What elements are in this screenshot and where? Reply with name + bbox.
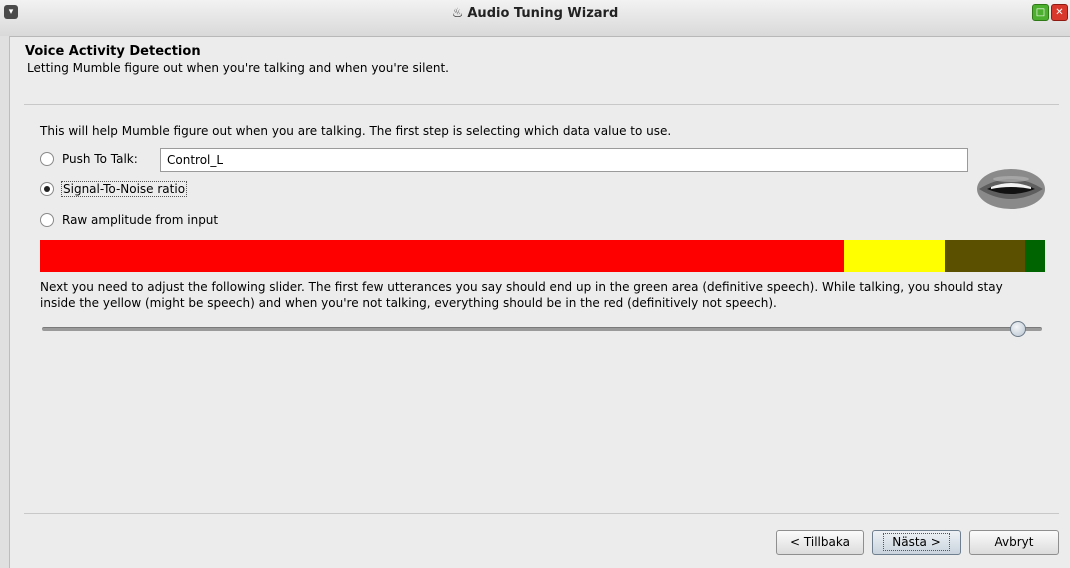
- footer-divider: [24, 513, 1059, 514]
- window-left-edge: [0, 36, 10, 568]
- push-to-talk-radio[interactable]: [40, 152, 54, 166]
- push-to-talk-option[interactable]: Push To Talk:: [40, 152, 138, 166]
- back-button[interactable]: < Tillbaka: [776, 530, 864, 555]
- header-divider: [24, 104, 1059, 105]
- vad-threshold-slider-handle[interactable]: [1010, 321, 1026, 337]
- wizard-page-header: Voice Activity Detection Letting Mumble …: [25, 44, 449, 75]
- raw-amplitude-radio[interactable]: [40, 213, 54, 227]
- signal-to-noise-radio[interactable]: [40, 182, 54, 196]
- push-to-talk-label: Push To Talk:: [62, 152, 138, 166]
- might-be-speech-segment: [844, 240, 945, 272]
- slider-instructions: Next you need to adjust the following sl…: [40, 280, 1003, 310]
- page-subtitle: Letting Mumble figure out when you're ta…: [27, 61, 449, 75]
- push-to-talk-key-field[interactable]: Control_L: [160, 148, 968, 172]
- talking-mouth-icon: [977, 169, 1045, 209]
- window-title: ♨ Audio Tuning Wizard: [0, 6, 1070, 21]
- signal-to-noise-option[interactable]: Signal-To-Noise ratio: [40, 181, 188, 197]
- current-level-segment: [945, 240, 1025, 272]
- cancel-button[interactable]: Avbryt: [969, 530, 1059, 555]
- close-icon[interactable]: ✕: [1051, 4, 1068, 21]
- mumble-app-icon: ♨: [451, 6, 464, 21]
- raw-amplitude-label: Raw amplitude from input: [62, 213, 219, 227]
- next-button-label: Nästa >: [883, 533, 950, 551]
- intro-text: This will help Mumble figure out when yo…: [40, 124, 672, 138]
- window-title-text: Audio Tuning Wizard: [467, 6, 619, 21]
- maximize-icon[interactable]: □: [1032, 4, 1049, 21]
- vad-threshold-slider[interactable]: [42, 327, 1042, 331]
- signal-to-noise-label: Signal-To-Noise ratio: [60, 181, 188, 197]
- not-speech-segment: [40, 240, 844, 272]
- next-button[interactable]: Nästa >: [872, 530, 961, 555]
- definitive-speech-segment: [1025, 240, 1045, 272]
- title-bar: ▾ ♨ Audio Tuning Wizard □ ✕: [0, 0, 1070, 37]
- raw-amplitude-option[interactable]: Raw amplitude from input: [40, 213, 218, 227]
- page-title: Voice Activity Detection: [25, 44, 201, 59]
- voice-activity-level-bar: [40, 240, 1045, 272]
